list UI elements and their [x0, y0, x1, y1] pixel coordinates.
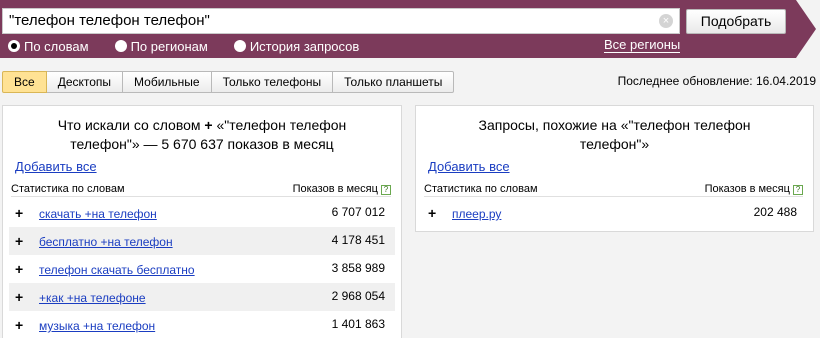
shows-count: 4 178 451 [331, 233, 385, 247]
table-row: + плеер.ру 202 488 [422, 199, 807, 227]
help-icon[interactable]: ? [793, 185, 803, 195]
title-text: Что искали со словом [57, 117, 201, 133]
table-header: Статистика по словам Показов в месяц ? [424, 183, 803, 197]
col-words-header: Статистика по словам [424, 183, 538, 195]
col-shows-header: Показов в месяц ? [705, 183, 803, 195]
add-plus-icon[interactable]: + [15, 261, 23, 277]
shows-count: 202 488 [753, 205, 797, 219]
col-shows-header: Показов в месяц ? [293, 183, 391, 195]
table-row: + бесплатно +на телефон 4 178 451 [9, 227, 395, 255]
radio-label: История запросов [249, 38, 360, 54]
keyword-link[interactable]: +как +на телефоне [39, 291, 146, 305]
mode-radio-group: По словам По регионам История запросов [8, 38, 385, 54]
keyword-link[interactable]: скачать +на телефон [39, 207, 157, 221]
top-bar: "телефон телефон телефон" × Подобрать По… [0, 0, 820, 58]
shows-count: 1 401 863 [331, 317, 385, 331]
add-all-link[interactable]: Добавить все [428, 159, 510, 174]
add-plus-icon[interactable]: + [15, 233, 23, 249]
title-text: Запросы, похожие на «"телефон телефон [478, 117, 751, 133]
title-text: телефон"» [579, 136, 650, 152]
col-words-header: Статистика по словам [11, 183, 125, 195]
tab-phones-only[interactable]: Только телефоны [211, 71, 334, 93]
similar-queries-panel: Запросы, похожие на «"телефон телефон те… [415, 105, 814, 232]
radio-by-words[interactable]: По словам [8, 39, 89, 54]
add-plus-icon[interactable]: + [15, 317, 23, 333]
radio-icon [233, 40, 246, 52]
search-query-text: "телефон телефон телефон" [9, 12, 210, 29]
radio-by-regions[interactable]: По регионам [114, 38, 208, 54]
radio-label: По словам [24, 38, 89, 54]
word-stats-panel: Что искали со словом + «"телефон телефон… [2, 105, 402, 338]
add-all-link[interactable]: Добавить все [15, 159, 97, 174]
tab-tablets-only[interactable]: Только планшеты [333, 71, 455, 93]
col-shows-label: Показов в месяц [704, 183, 790, 195]
tab-desktops[interactable]: Десктопы [46, 71, 124, 93]
radio-selected-icon [8, 40, 20, 52]
plus-icon: + [204, 117, 213, 133]
tab-all[interactable]: Все [2, 71, 47, 93]
table-row: + музыка +на телефон 1 401 863 [9, 311, 395, 338]
help-icon[interactable]: ? [381, 185, 391, 195]
add-plus-icon[interactable]: + [15, 205, 23, 221]
table-row: + телефон скачать бесплатно 3 858 989 [9, 255, 395, 283]
radio-label: По регионам [130, 38, 208, 54]
radio-query-history[interactable]: История запросов [233, 38, 360, 54]
add-plus-icon[interactable]: + [428, 205, 436, 221]
keyword-link[interactable]: музыка +на телефон [39, 319, 155, 333]
clear-icon[interactable]: × [659, 14, 673, 28]
col-shows-label: Показов в месяц [292, 183, 378, 195]
title-text: телефон"» — 5 670 637 показов в месяц [70, 136, 334, 152]
panel-title: Что искали со словом + «"телефон телефон… [3, 106, 401, 154]
table-row: + +как +на телефоне 2 968 054 [9, 283, 395, 311]
keyword-link[interactable]: плеер.ру [452, 207, 501, 221]
tab-mobile[interactable]: Мобильные [123, 71, 212, 93]
search-input[interactable]: "телефон телефон телефон" × [2, 8, 680, 34]
all-regions-link[interactable]: Все регионы [604, 38, 681, 53]
shows-count: 2 968 054 [331, 289, 385, 303]
radio-icon [114, 40, 127, 52]
title-text: «"телефон телефон [216, 117, 347, 133]
add-plus-icon[interactable]: + [15, 289, 23, 305]
table-row: + скачать +на телефон 6 707 012 [9, 199, 395, 227]
table-header: Статистика по словам Показов в месяц ? [11, 183, 391, 197]
keyword-link[interactable]: бесплатно +на телефон [39, 235, 173, 249]
keyword-link[interactable]: телефон скачать бесплатно [39, 263, 195, 277]
pick-button[interactable]: Подобрать [686, 9, 786, 34]
shows-count: 6 707 012 [331, 205, 385, 219]
last-update-text: Последнее обновление: 16.04.2019 [617, 74, 816, 88]
shows-count: 3 858 989 [331, 261, 385, 275]
device-tabs: Все Десктопы Мобильные Только телефоны Т… [2, 71, 455, 93]
panel-title: Запросы, похожие на «"телефон телефон те… [416, 106, 813, 154]
